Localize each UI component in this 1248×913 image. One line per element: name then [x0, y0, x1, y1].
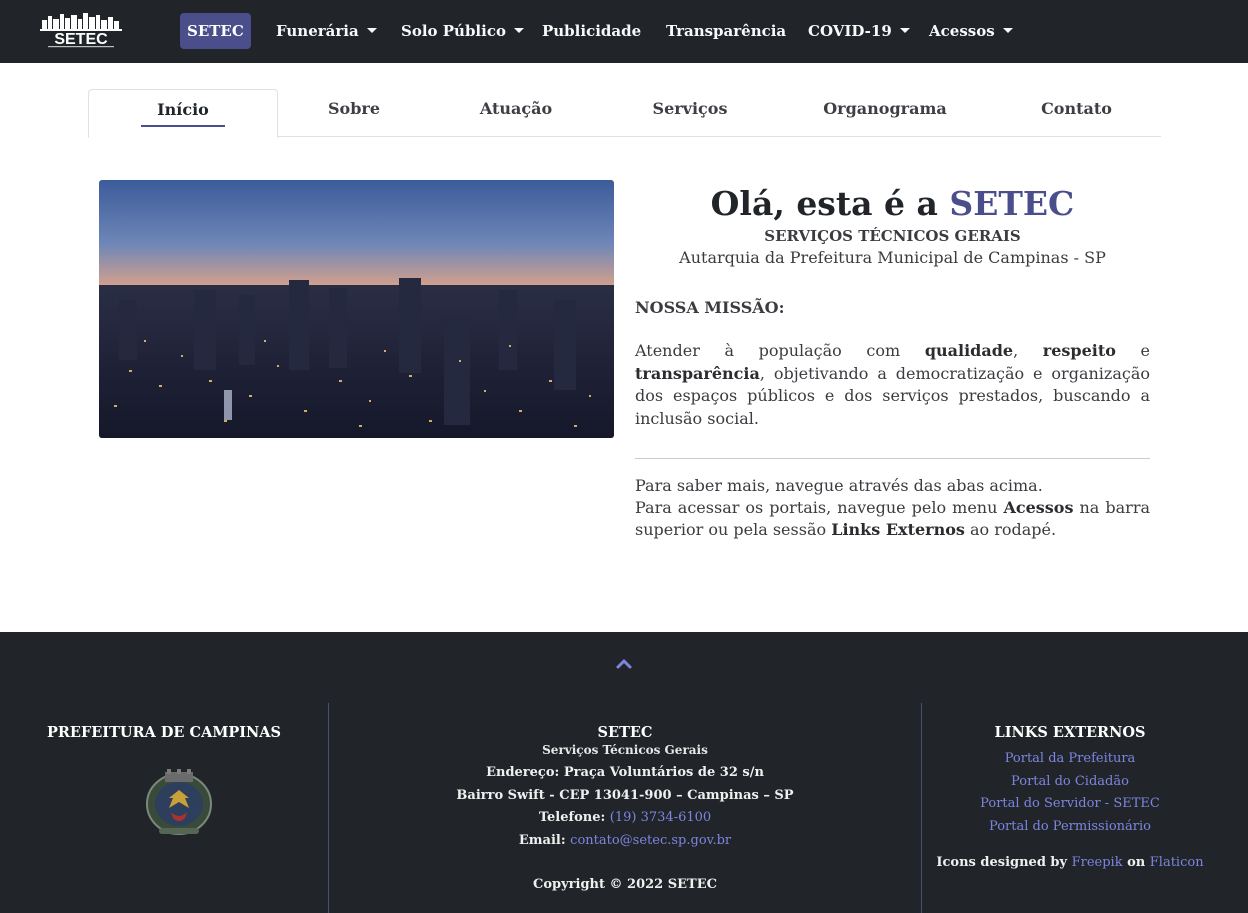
flaticon-link[interactable]: Flaticon	[1150, 855, 1204, 870]
section-divider	[635, 458, 1150, 459]
nav-publicidade[interactable]: Publicidade	[542, 13, 641, 49]
nav-acessos[interactable]: Acessos	[929, 13, 1013, 49]
footer-setec-title: SETEC	[597, 724, 653, 741]
email-link[interactable]: contato@setec.sp.gov.br	[570, 833, 731, 848]
footer-setec-info: SETEC Serviços Técnicos Gerais Endereço:…	[329, 724, 921, 897]
footer-email: Email: contato@setec.sp.gov.br	[518, 832, 732, 848]
top-navbar: SETEC SETEC Funerária Solo Público Publi…	[0, 0, 1248, 63]
nav-funeraria[interactable]: Funerária	[276, 13, 377, 49]
footer-address: Endereço: Praça Voluntários de 32 s/n	[486, 765, 764, 780]
campinas-skyline-photo	[99, 180, 614, 438]
caret-down-icon	[1002, 28, 1013, 33]
link-portal-permissionario[interactable]: Portal do Permissionário	[922, 816, 1218, 839]
welcome-subtitle: SERVIÇOS TÉCNICOS GERAIS	[764, 227, 1021, 245]
welcome-tagline: Autarquia da Prefeitura Municipal de Cam…	[679, 248, 1106, 267]
nav-solo-publico[interactable]: Solo Público	[401, 13, 524, 49]
caret-down-icon	[899, 28, 910, 33]
icons-credit: Icons designed by Freepik on Flaticon	[936, 855, 1204, 870]
nav-transparencia[interactable]: Transparência	[666, 13, 786, 49]
welcome-section: Olá, esta é a SETEC SERVIÇOS TÉCNICOS GE…	[635, 180, 1150, 541]
content-tabs: Início Sobre Atuação Serviços Organogram…	[88, 89, 1161, 138]
svg-text:SETEC: SETEC	[54, 31, 108, 48]
footer-prefeitura-title: PREFEITURA DE CAMPINAS	[46, 724, 282, 741]
nav-setec[interactable]: SETEC	[180, 13, 251, 49]
footer-district: Bairro Swift - CEP 13041-900 – Campinas …	[456, 787, 794, 803]
link-portal-prefeitura[interactable]: Portal da Prefeitura	[922, 748, 1218, 771]
freepik-link[interactable]: Freepik	[1072, 855, 1123, 870]
tab-contato[interactable]: Contato	[992, 89, 1161, 137]
setec-logo[interactable]: SETEC	[38, 12, 124, 50]
link-portal-servidor[interactable]: Portal do Servidor - SETEC	[922, 793, 1218, 816]
mission-title: NOSSA MISSÃO:	[635, 298, 785, 317]
footer-external-links: LINKS EXTERNOS Portal da Prefeitura Port…	[922, 724, 1218, 875]
footer-copyright: Copyright © 2022 SETEC	[533, 877, 717, 892]
chevron-up-icon[interactable]	[614, 656, 634, 670]
page-footer: PREFEITURA DE CAMPINAS SETEC Serviços Té…	[0, 632, 1248, 913]
tab-organograma[interactable]: Organograma	[778, 89, 992, 137]
tab-servicos[interactable]: Serviços	[602, 89, 778, 137]
welcome-heading: Olá, esta é a SETEC	[710, 184, 1075, 223]
footer-setec-subtitle: Serviços Técnicos Gerais	[542, 743, 708, 757]
caret-down-icon	[513, 28, 524, 33]
tab-inicio[interactable]: Início	[88, 89, 278, 138]
navigation-hint: Para saber mais, navegue através das aba…	[635, 476, 1151, 539]
link-portal-cidadao[interactable]: Portal do Cidadão	[922, 771, 1218, 794]
nav-covid-19[interactable]: COVID-19	[808, 13, 910, 49]
mission-text: Atender à população com qualidade, respe…	[635, 341, 1150, 428]
tab-atuacao[interactable]: Atuação	[430, 89, 602, 137]
external-links-title: LINKS EXTERNOS	[994, 724, 1146, 741]
caret-down-icon	[366, 28, 377, 33]
tab-sobre[interactable]: Sobre	[278, 89, 430, 137]
campinas-coat-of-arms[interactable]	[145, 768, 213, 838]
footer-phone: Telefone: (19) 3734-6100	[538, 810, 712, 825]
footer-prefeitura: PREFEITURA DE CAMPINAS	[0, 724, 328, 742]
phone-link[interactable]: (19) 3734-6100	[610, 810, 711, 825]
